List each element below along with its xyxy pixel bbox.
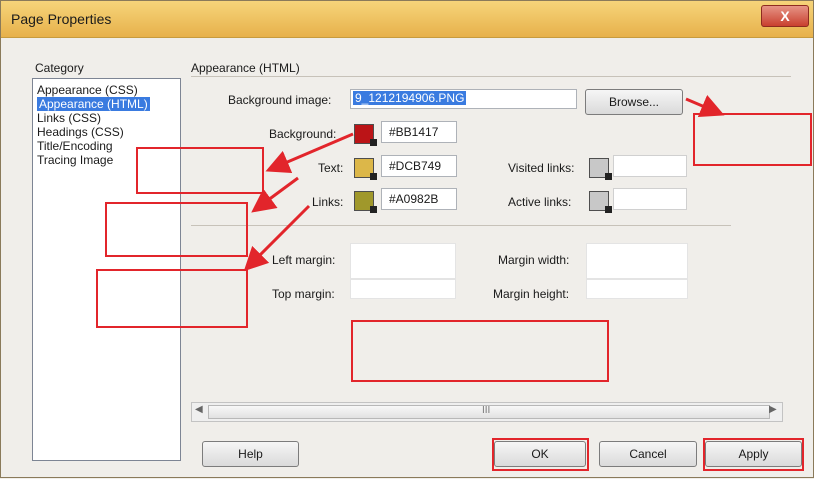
annotation-arrows [243, 94, 725, 272]
arrow-links [243, 204, 311, 272]
page-properties-dialog: Page Properties X Category Appearance (C… [0, 0, 814, 478]
arrow-text [251, 176, 299, 213]
arrow-background [265, 132, 354, 173]
arrow-browse [685, 94, 725, 118]
